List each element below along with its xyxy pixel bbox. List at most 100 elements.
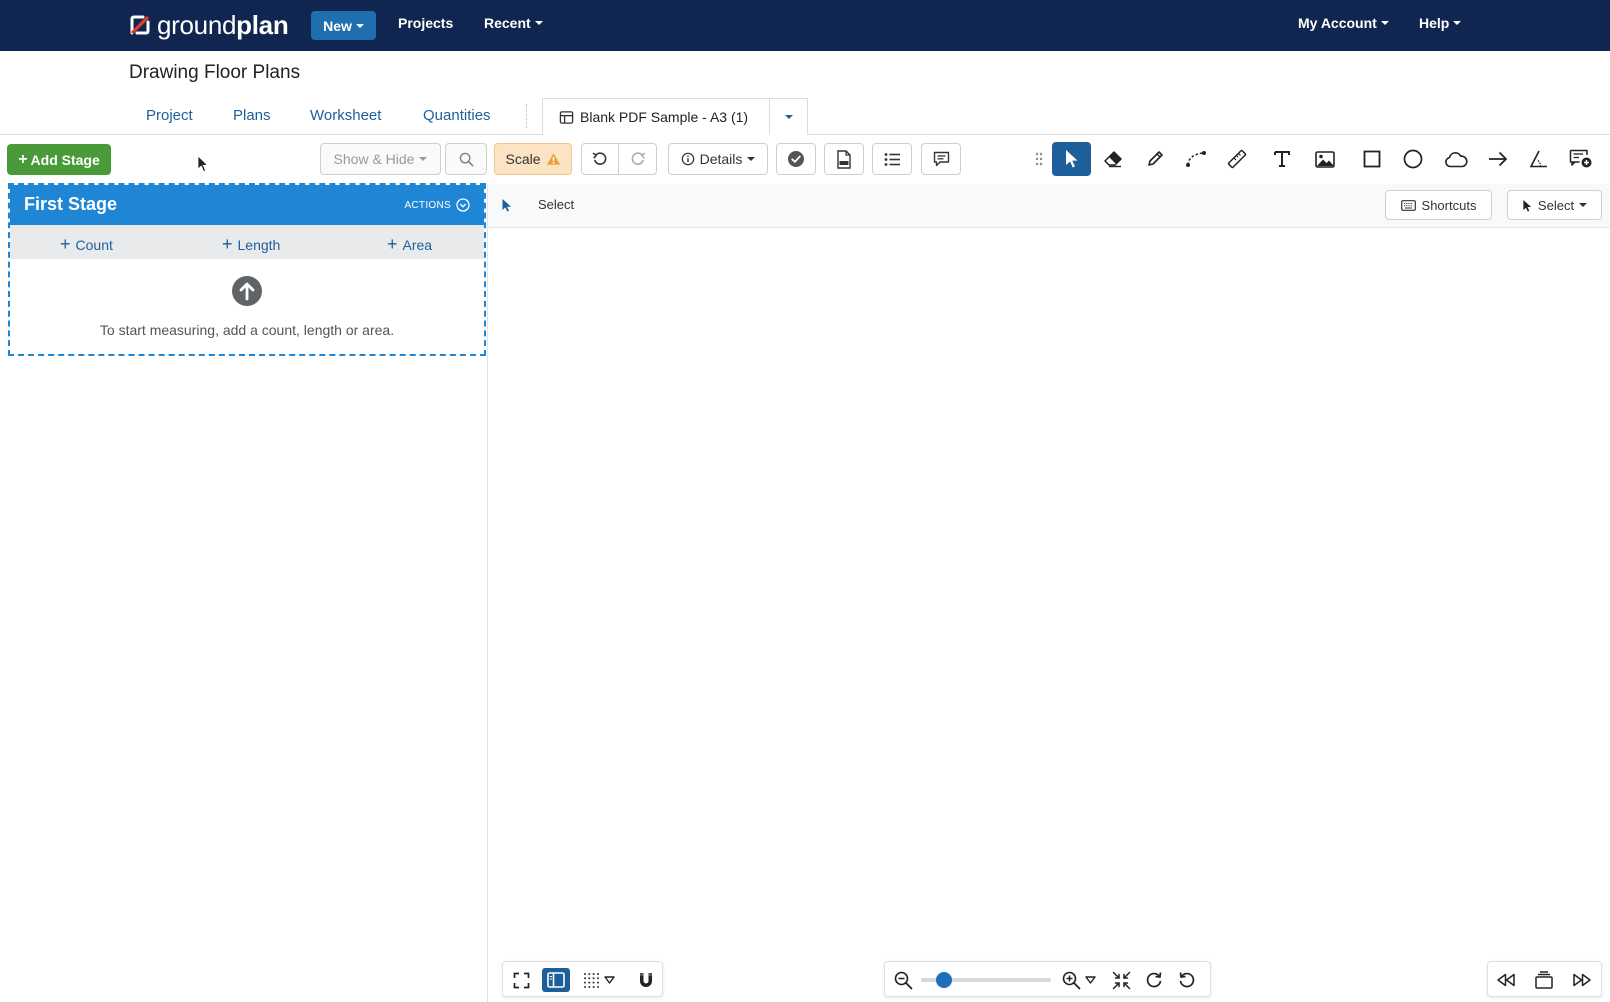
caret-down-icon [747, 157, 756, 161]
page-stack-button[interactable] [1532, 968, 1556, 992]
my-account-menu[interactable]: My Account [1298, 15, 1389, 31]
zoom-controls [884, 961, 1211, 997]
next-page-button[interactable] [1570, 968, 1594, 992]
rewind-icon [1496, 973, 1516, 987]
shortcuts-label: Shortcuts [1421, 197, 1477, 213]
groundplan-logo[interactable]: groundplan [129, 10, 289, 40]
complete-button[interactable] [776, 143, 816, 175]
tab-plans[interactable]: Plans [233, 107, 271, 124]
view-controls [502, 961, 663, 997]
text-tool[interactable] [1264, 142, 1300, 176]
comment-plus-icon [1569, 149, 1593, 169]
redo-button[interactable] [618, 143, 657, 175]
add-stage-button[interactable]: + Add Stage [7, 144, 111, 175]
grid-options-dropdown[interactable] [601, 968, 617, 992]
zoom-in-icon [1062, 971, 1081, 990]
page-title: Drawing Floor Plans [129, 62, 301, 83]
plan-tab-dropdown[interactable] [770, 99, 807, 135]
my-account-label: My Account [1298, 15, 1377, 31]
plan-tab[interactable]: Blank PDF Sample - A3 (1) [542, 98, 808, 135]
plus-icon: + [387, 234, 398, 254]
caret-down-icon [419, 157, 428, 161]
snap-toggle-button[interactable] [634, 968, 658, 992]
new-menu-button[interactable]: New [311, 11, 376, 40]
curve-tool[interactable] [1178, 142, 1214, 176]
stage-actions-menu[interactable]: ACTIONS [404, 198, 470, 212]
previous-page-button[interactable] [1494, 968, 1518, 992]
pencil-tool[interactable] [1137, 142, 1173, 176]
select-mode-icon [501, 198, 513, 212]
show-hide-label: Show & Hide [333, 151, 415, 167]
caret-down-icon [1453, 21, 1462, 25]
caret-down-icon [1579, 203, 1588, 207]
cloud-icon [1444, 151, 1468, 168]
export-pdf-button[interactable] [824, 143, 864, 175]
grid-toggle-button[interactable] [579, 968, 603, 992]
toggle-sidebar-button[interactable] [542, 968, 570, 992]
layers-icon [1534, 971, 1554, 989]
empty-stage-message: To start measuring, add a count, length … [99, 322, 395, 338]
plan-tab-title[interactable]: Blank PDF Sample - A3 (1) [543, 99, 771, 135]
grid-dots-icon [583, 972, 600, 989]
cursor-arrow-icon [1064, 149, 1080, 169]
add-note-tool[interactable] [1563, 142, 1599, 176]
panel-divider[interactable] [487, 184, 488, 1002]
recent-menu[interactable]: Recent [484, 15, 543, 31]
comment-icon [933, 151, 950, 167]
zoom-in-button[interactable] [1059, 968, 1083, 992]
help-menu[interactable]: Help [1419, 15, 1462, 31]
list-view-button[interactable] [872, 143, 912, 175]
select-mode-dropdown[interactable]: Select [1507, 190, 1602, 220]
scale-button[interactable]: Scale [494, 143, 572, 175]
add-count-label: Count [75, 236, 113, 253]
image-tool[interactable] [1307, 142, 1343, 176]
zoom-slider-handle[interactable] [936, 972, 953, 988]
tab-project[interactable]: Project [146, 107, 193, 124]
show-hide-dropdown[interactable]: Show & Hide [320, 143, 441, 175]
angle-icon [1529, 150, 1549, 168]
rotate-cw-icon [1145, 971, 1163, 989]
cloud-tool[interactable] [1438, 142, 1474, 176]
angle-tool[interactable] [1521, 142, 1557, 176]
plan-tab-label: Blank PDF Sample - A3 (1) [580, 109, 749, 125]
drag-handle-icon[interactable] [1029, 142, 1049, 176]
add-area-button[interactable]: + Area [387, 234, 432, 255]
zoom-out-button[interactable] [891, 968, 915, 992]
plus-icon: + [222, 234, 233, 254]
comments-button[interactable] [921, 143, 961, 175]
circle-tool[interactable] [1395, 142, 1431, 176]
stage-header[interactable]: First Stage ACTIONS [10, 185, 484, 225]
undo-button[interactable] [581, 143, 619, 175]
arrow-tool[interactable] [1480, 142, 1516, 176]
stage-title[interactable]: First Stage [24, 194, 117, 215]
search-button[interactable] [445, 143, 487, 175]
circle-icon [1403, 149, 1423, 169]
tab-worksheet[interactable]: Worksheet [310, 107, 381, 124]
rotate-counterclockwise-button[interactable] [1175, 968, 1199, 992]
canvas-mode-label: Select [538, 197, 575, 212]
add-area-label: Area [402, 236, 433, 253]
tab-quantities[interactable]: Quantities [423, 107, 491, 124]
eraser-tool[interactable] [1095, 142, 1131, 176]
ruler-tool[interactable] [1219, 142, 1255, 176]
cursor-arrow-icon [1522, 199, 1533, 212]
caret-down-icon [355, 23, 364, 28]
rectangle-tool[interactable] [1354, 142, 1390, 176]
search-icon [459, 152, 474, 167]
details-dropdown[interactable]: Details [668, 143, 768, 175]
scale-label: Scale [505, 151, 541, 167]
warning-icon [546, 152, 561, 166]
fast-forward-icon [1572, 973, 1592, 987]
projects-link[interactable]: Projects [398, 15, 453, 31]
compress-arrows-icon [1112, 971, 1131, 990]
fit-to-screen-button[interactable] [1109, 968, 1133, 992]
zoom-options-dropdown[interactable] [1082, 968, 1098, 992]
rotate-clockwise-button[interactable] [1142, 968, 1166, 992]
fullscreen-button[interactable] [509, 968, 533, 992]
chevron-down-circle-icon [456, 198, 470, 212]
add-count-button[interactable]: + Count [60, 234, 113, 255]
shortcuts-button[interactable]: Shortcuts [1385, 190, 1492, 220]
add-length-button[interactable]: + Length [222, 234, 280, 255]
magnet-icon [638, 972, 654, 989]
select-tool[interactable] [1052, 142, 1091, 176]
